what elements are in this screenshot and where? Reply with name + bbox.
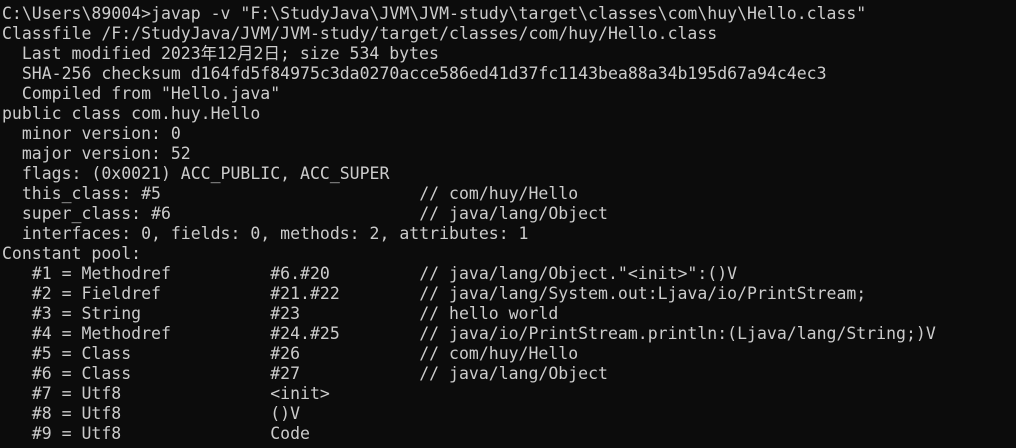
interfaces-line: interfaces: 0, fields: 0, methods: 2, at… xyxy=(2,224,529,243)
major-version-line: major version: 52 xyxy=(2,144,191,163)
last-modified-line: Last modified 2023年12月2日; size 534 bytes xyxy=(2,44,439,63)
compiled-from-line: Compiled from "Hello.java" xyxy=(2,84,281,103)
checksum-line: SHA-256 checksum d164fd5f84975c3da0270ac… xyxy=(2,64,827,83)
super-class-line: super_class: #6 // java/lang/Object xyxy=(2,204,608,223)
terminal-output[interactable]: C:\Users\89004>javap -v "F:\StudyJava\JV… xyxy=(0,0,1016,448)
constant-pool-entry: #7 = Utf8 <init> xyxy=(2,384,330,403)
constant-pool-header: Constant pool: xyxy=(2,244,142,263)
class-declaration-line: public class com.huy.Hello xyxy=(2,104,261,123)
constant-pool-entry: #1 = Methodref #6.#20 // java/lang/Objec… xyxy=(2,264,738,283)
constant-pool-entry: #2 = Fieldref #21.#22 // java/lang/Syste… xyxy=(2,284,867,303)
flags-line: flags: (0x0021) ACC_PUBLIC, ACC_SUPER xyxy=(2,164,390,183)
constant-pool-entry: #4 = Methodref #24.#25 // java/io/PrintS… xyxy=(2,324,936,343)
constant-pool-entry: #6 = Class #27 // java/lang/Object xyxy=(2,364,608,383)
constant-pool-entry: #3 = String #23 // hello world xyxy=(2,304,559,323)
this-class-line: this_class: #5 // com/huy/Hello xyxy=(2,184,579,203)
constant-pool-entry: #5 = Class #26 // com/huy/Hello xyxy=(2,344,579,363)
classfile-line: Classfile /F:/StudyJava/JVM/JVM-study/ta… xyxy=(2,24,718,43)
constant-pool-entry: #8 = Utf8 ()V xyxy=(2,404,301,423)
command-line: C:\Users\89004>javap -v "F:\StudyJava\JV… xyxy=(2,4,867,23)
minor-version-line: minor version: 0 xyxy=(2,124,181,143)
constant-pool-entry: #9 = Utf8 Code xyxy=(2,424,310,443)
